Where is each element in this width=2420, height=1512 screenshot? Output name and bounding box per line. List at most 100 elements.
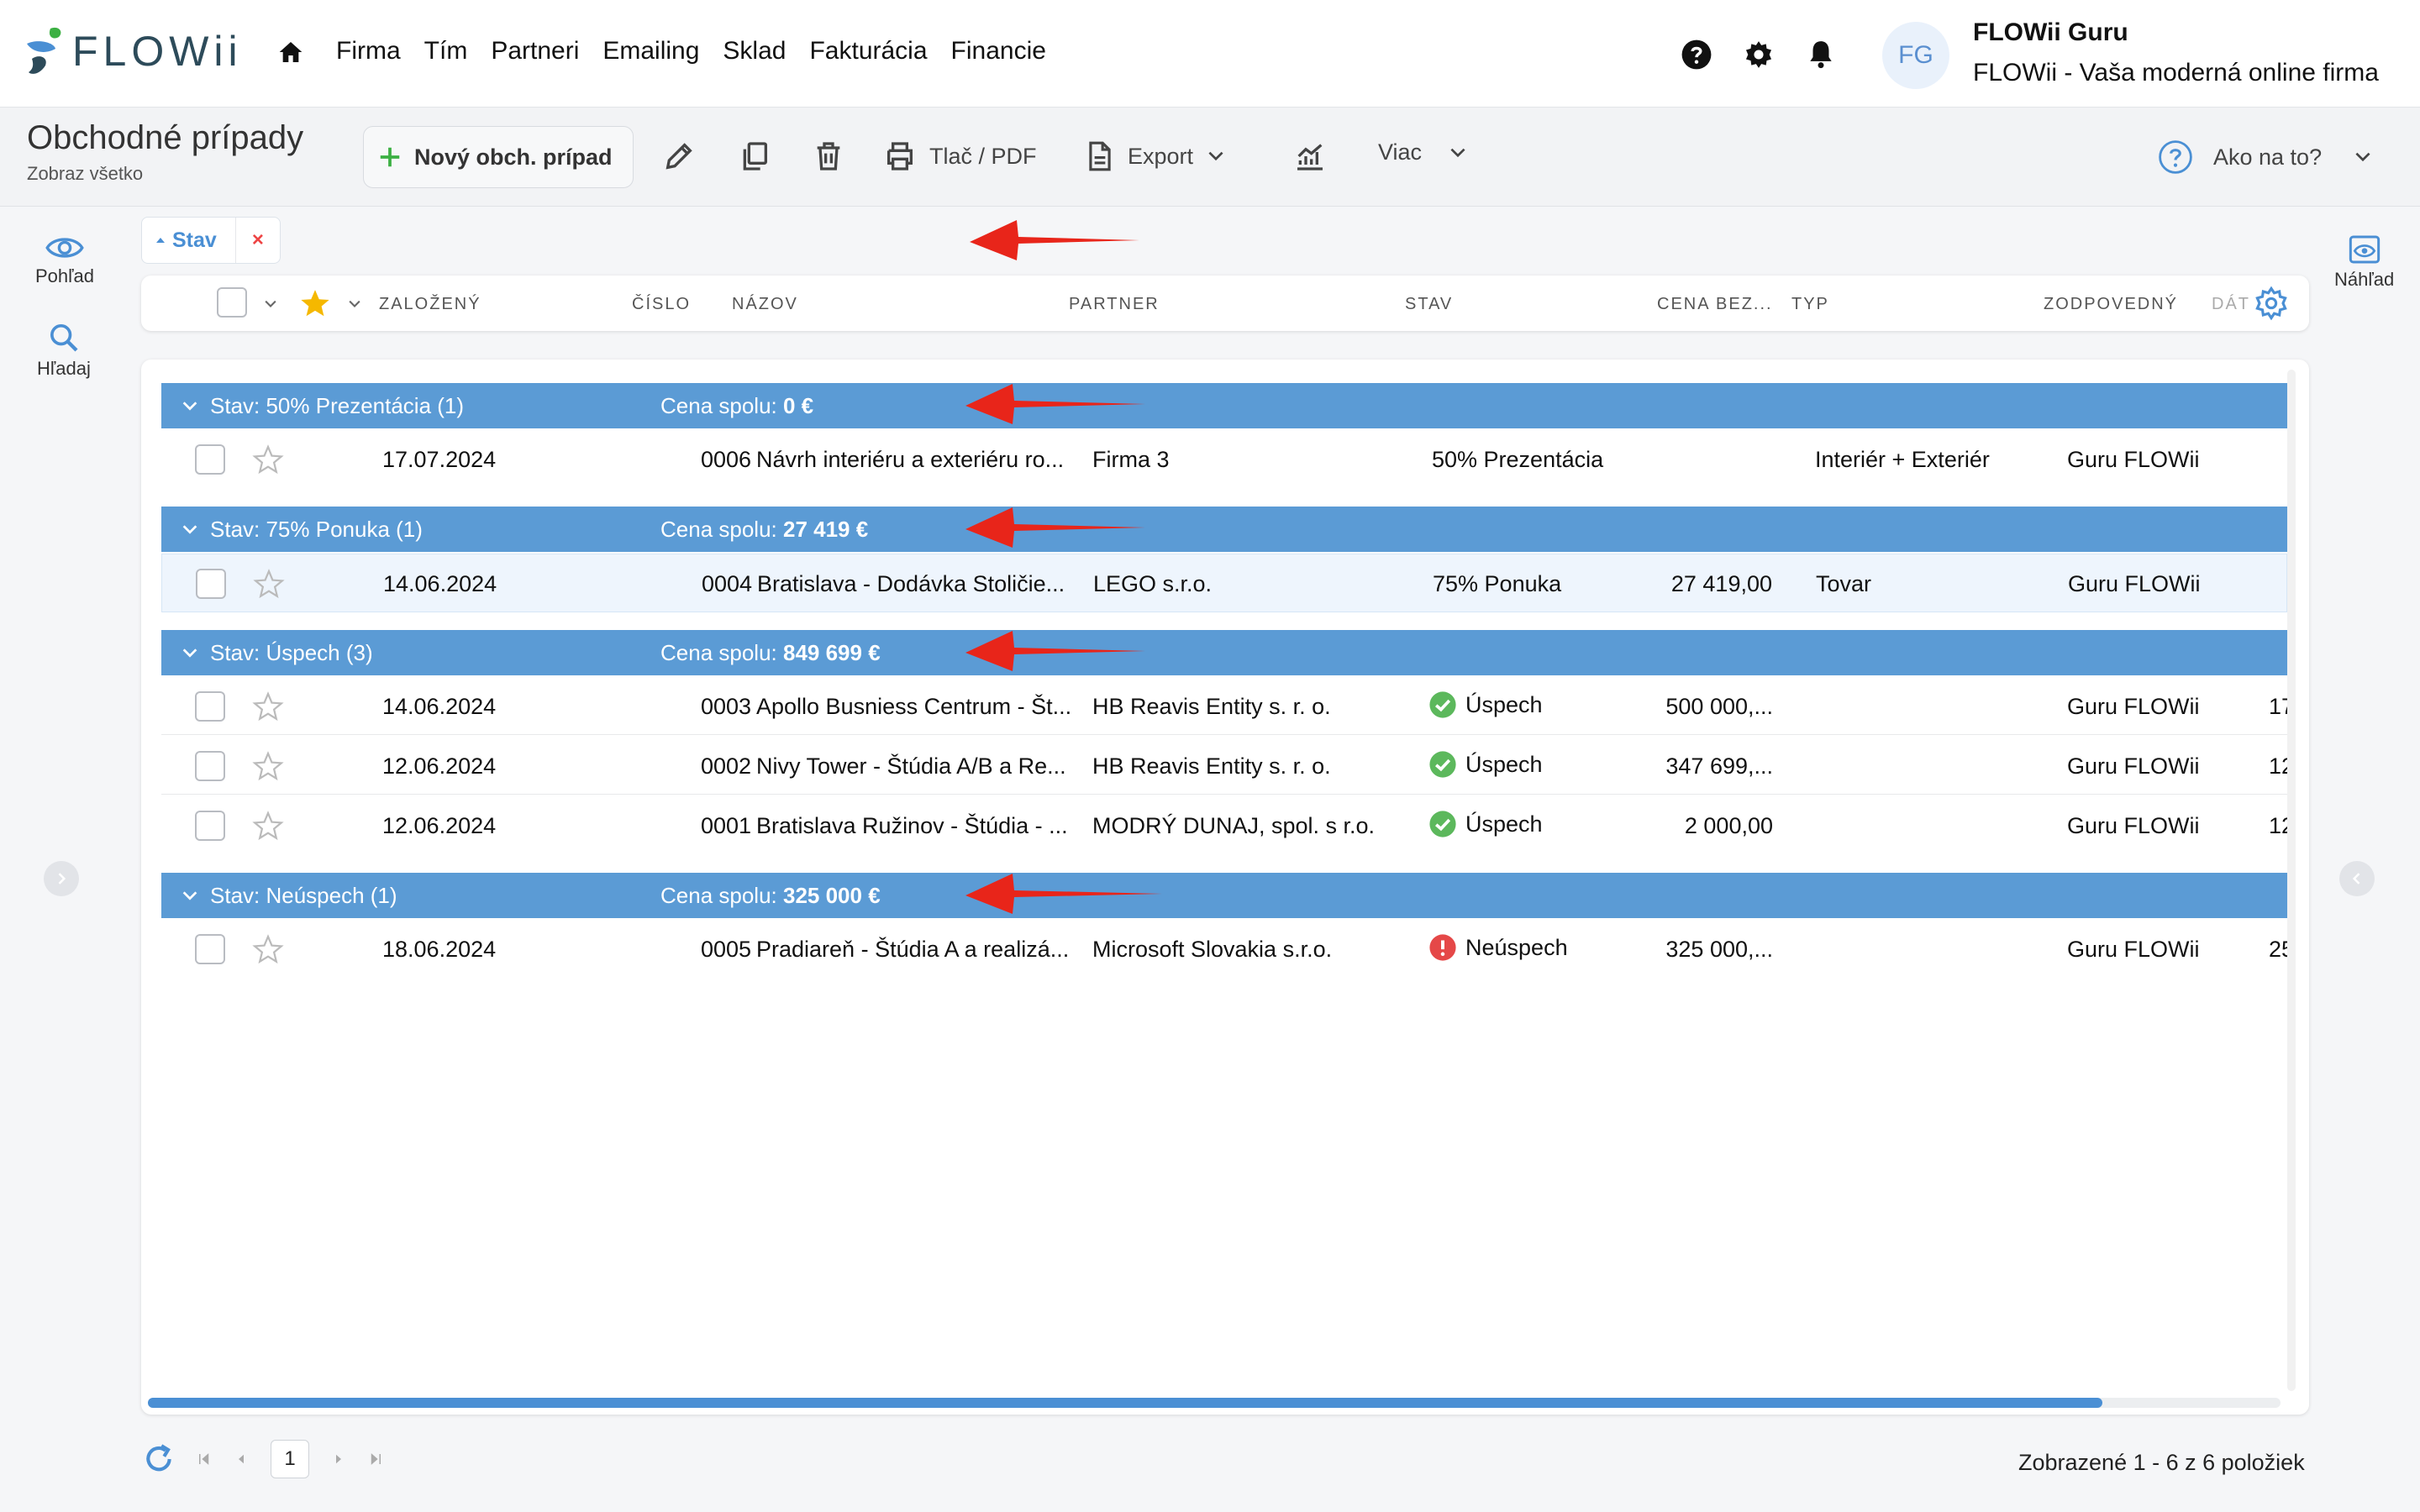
chevron-down-icon	[2355, 152, 2370, 162]
print-button[interactable]: Tlač / PDF	[882, 139, 1037, 173]
cell-number: 0005	[701, 937, 752, 962]
row-checkbox[interactable]	[195, 811, 225, 841]
group-sum-value: 849 699 €	[782, 640, 881, 665]
star-outline-icon[interactable]	[252, 750, 284, 782]
preview-button[interactable]: Náhľad	[2334, 234, 2394, 291]
preview-icon	[2349, 235, 2380, 264]
nav-item-firma[interactable]: Firma	[336, 37, 401, 66]
user-company[interactable]: FLOWii - Vaša moderná online firma	[1973, 59, 2379, 87]
first-page-icon[interactable]	[197, 1452, 212, 1467]
horizontal-scrollbar-thumb[interactable]	[148, 1398, 2102, 1408]
table-row[interactable]: 14.06.2024 0004 Bratislava - Dodávka Stoli…	[161, 554, 2287, 612]
group-sum-prefix: Cena spolu:	[660, 393, 783, 418]
user-name[interactable]: FLOWii Guru	[1973, 18, 2128, 47]
horizontal-scrollbar[interactable]	[148, 1398, 2281, 1408]
row-checkbox[interactable]	[196, 569, 226, 599]
bell-icon[interactable]	[1805, 39, 1837, 71]
row-checkbox[interactable]	[195, 444, 225, 475]
nav-item-financie[interactable]: Financie	[951, 37, 1046, 66]
nav-item-fakturacia[interactable]: Fakturácia	[809, 37, 927, 66]
chevron-down-icon[interactable]	[346, 296, 363, 312]
last-page-icon[interactable]	[368, 1452, 383, 1467]
table-row[interactable]: 18.06.2024 0005 Pradiareň - Štúdia A a rea…	[161, 920, 2287, 979]
cell-partner: HB Reavis Entity s. r. o.	[1092, 694, 1331, 719]
home-button[interactable]	[277, 39, 304, 66]
group-sum-prefix: Cena spolu:	[660, 517, 783, 542]
group-header[interactable]: Stav: Neúspech (1) Cena spolu: 325 000 €	[161, 873, 2287, 918]
select-all-checkbox[interactable]	[217, 287, 247, 318]
cell-number: 0001	[701, 813, 752, 838]
cell-name: Nivy Tower - Štúdia A/B a Re...	[756, 753, 1066, 779]
next-page-icon[interactable]	[331, 1452, 346, 1467]
expand-left-button[interactable]	[44, 861, 79, 896]
annotation-arrow-icon	[965, 384, 1145, 424]
column-header-created[interactable]: ZALOŽENÝ	[379, 295, 481, 314]
column-header-partner[interactable]: PARTNER	[1069, 295, 1160, 314]
filter-remove-button[interactable]: ×	[234, 218, 280, 263]
nav-item-partneri[interactable]: Partneri	[491, 37, 579, 66]
cell-price: 2 000,00	[1684, 813, 1773, 838]
edit-button[interactable]	[662, 139, 696, 173]
nav-item-emailing[interactable]: Emailing	[602, 37, 699, 66]
cell-created: 12.06.2024	[382, 813, 497, 838]
star-outline-icon[interactable]	[252, 810, 284, 842]
chevron-down-icon[interactable]	[262, 296, 279, 312]
star-outline-icon[interactable]	[253, 568, 285, 600]
prev-page-icon[interactable]	[234, 1452, 249, 1467]
cell-owner: Guru FLOWii	[2067, 937, 2200, 962]
help-icon[interactable]	[1681, 39, 1712, 71]
analytics-button[interactable]	[1292, 139, 1328, 173]
pagination: 1	[143, 1440, 383, 1478]
table-row[interactable]: 17.07.2024 0006 Návrh interiéru a exteriér…	[161, 430, 2287, 489]
delete-button[interactable]	[812, 139, 845, 173]
cell-name: Bratislava Ružinov - Štúdia - ...	[756, 813, 1068, 838]
column-header-name[interactable]: NÁZOV	[732, 295, 798, 314]
brand-logo[interactable]: FLOWii	[25, 25, 243, 77]
main-menu: Firma Tím Partneri Emailing Sklad Faktur…	[336, 37, 1046, 66]
group-header[interactable]: Stav: 50% Prezentácia (1) Cena spolu: 0 €	[161, 383, 2287, 428]
star-outline-icon[interactable]	[252, 933, 284, 965]
search-button[interactable]: Hľadaj	[37, 321, 91, 380]
table-row[interactable]: 12.06.2024 0002 Nivy Tower - Štúdia A/B a …	[161, 737, 2287, 795]
row-checkbox[interactable]	[195, 691, 225, 722]
help-guide-button[interactable]: Ako na to?	[2158, 139, 2374, 175]
nav-item-sklad[interactable]: Sklad	[723, 37, 786, 66]
page-subtitle[interactable]: Zobraz všetko	[27, 163, 143, 185]
nav-item-tim[interactable]: Tím	[424, 37, 468, 66]
refresh-icon[interactable]	[143, 1443, 175, 1475]
document-icon	[1089, 141, 1111, 171]
column-header-status[interactable]: STAV	[1405, 295, 1453, 314]
star-outline-icon[interactable]	[252, 690, 284, 722]
column-header-date[interactable]: DÁT	[2212, 295, 2250, 314]
column-header-owner[interactable]: ZODPOVEDNÝ	[2044, 295, 2178, 314]
table-row[interactable]: 12.06.2024 0001 Bratislava Ružinov - Štúdi…	[161, 796, 2287, 855]
column-header-price[interactable]: CENA BEZ...	[1657, 295, 1773, 314]
filter-chip-toggle[interactable]: Stav	[142, 228, 235, 253]
page-title: Obchodné prípady	[27, 119, 304, 156]
star-outline-icon[interactable]	[252, 444, 284, 475]
cell-date: 12	[2269, 753, 2287, 779]
copy-button[interactable]	[738, 139, 771, 173]
cell-owner: Guru FLOWii	[2068, 571, 2201, 596]
gear-icon[interactable]	[1743, 39, 1775, 71]
chevron-down-icon	[182, 402, 197, 411]
group-label: Stav: 50% Prezentácia (1)	[210, 393, 465, 418]
star-filled-icon[interactable]	[299, 287, 331, 319]
table-row[interactable]: 14.06.2024 0003 Apollo Busniess Centrum - …	[161, 677, 2287, 736]
column-header-type[interactable]: TYP	[1791, 295, 1829, 314]
vertical-scrollbar[interactable]	[2287, 370, 2296, 1391]
group-header[interactable]: Stav: 75% Ponuka (1) Cena spolu: 27 419 €	[161, 507, 2287, 552]
row-checkbox[interactable]	[195, 934, 225, 964]
group-header[interactable]: Stav: Úspech (3) Cena spolu: 849 699 €	[161, 630, 2287, 675]
view-button[interactable]: Pohľad	[35, 234, 94, 287]
current-page[interactable]: 1	[271, 1440, 309, 1478]
row-divider	[161, 734, 2287, 735]
expand-right-button[interactable]	[2339, 861, 2375, 896]
new-case-button[interactable]: Nový obch. prípad	[363, 126, 634, 188]
column-settings-gear-icon[interactable]	[2254, 286, 2289, 321]
column-header-number[interactable]: ČÍSLO	[632, 295, 691, 314]
export-button[interactable]: Export	[1084, 139, 1227, 173]
row-checkbox[interactable]	[195, 751, 225, 781]
avatar[interactable]: FG	[1882, 22, 1949, 89]
more-button[interactable]: Viac	[1378, 139, 1469, 165]
